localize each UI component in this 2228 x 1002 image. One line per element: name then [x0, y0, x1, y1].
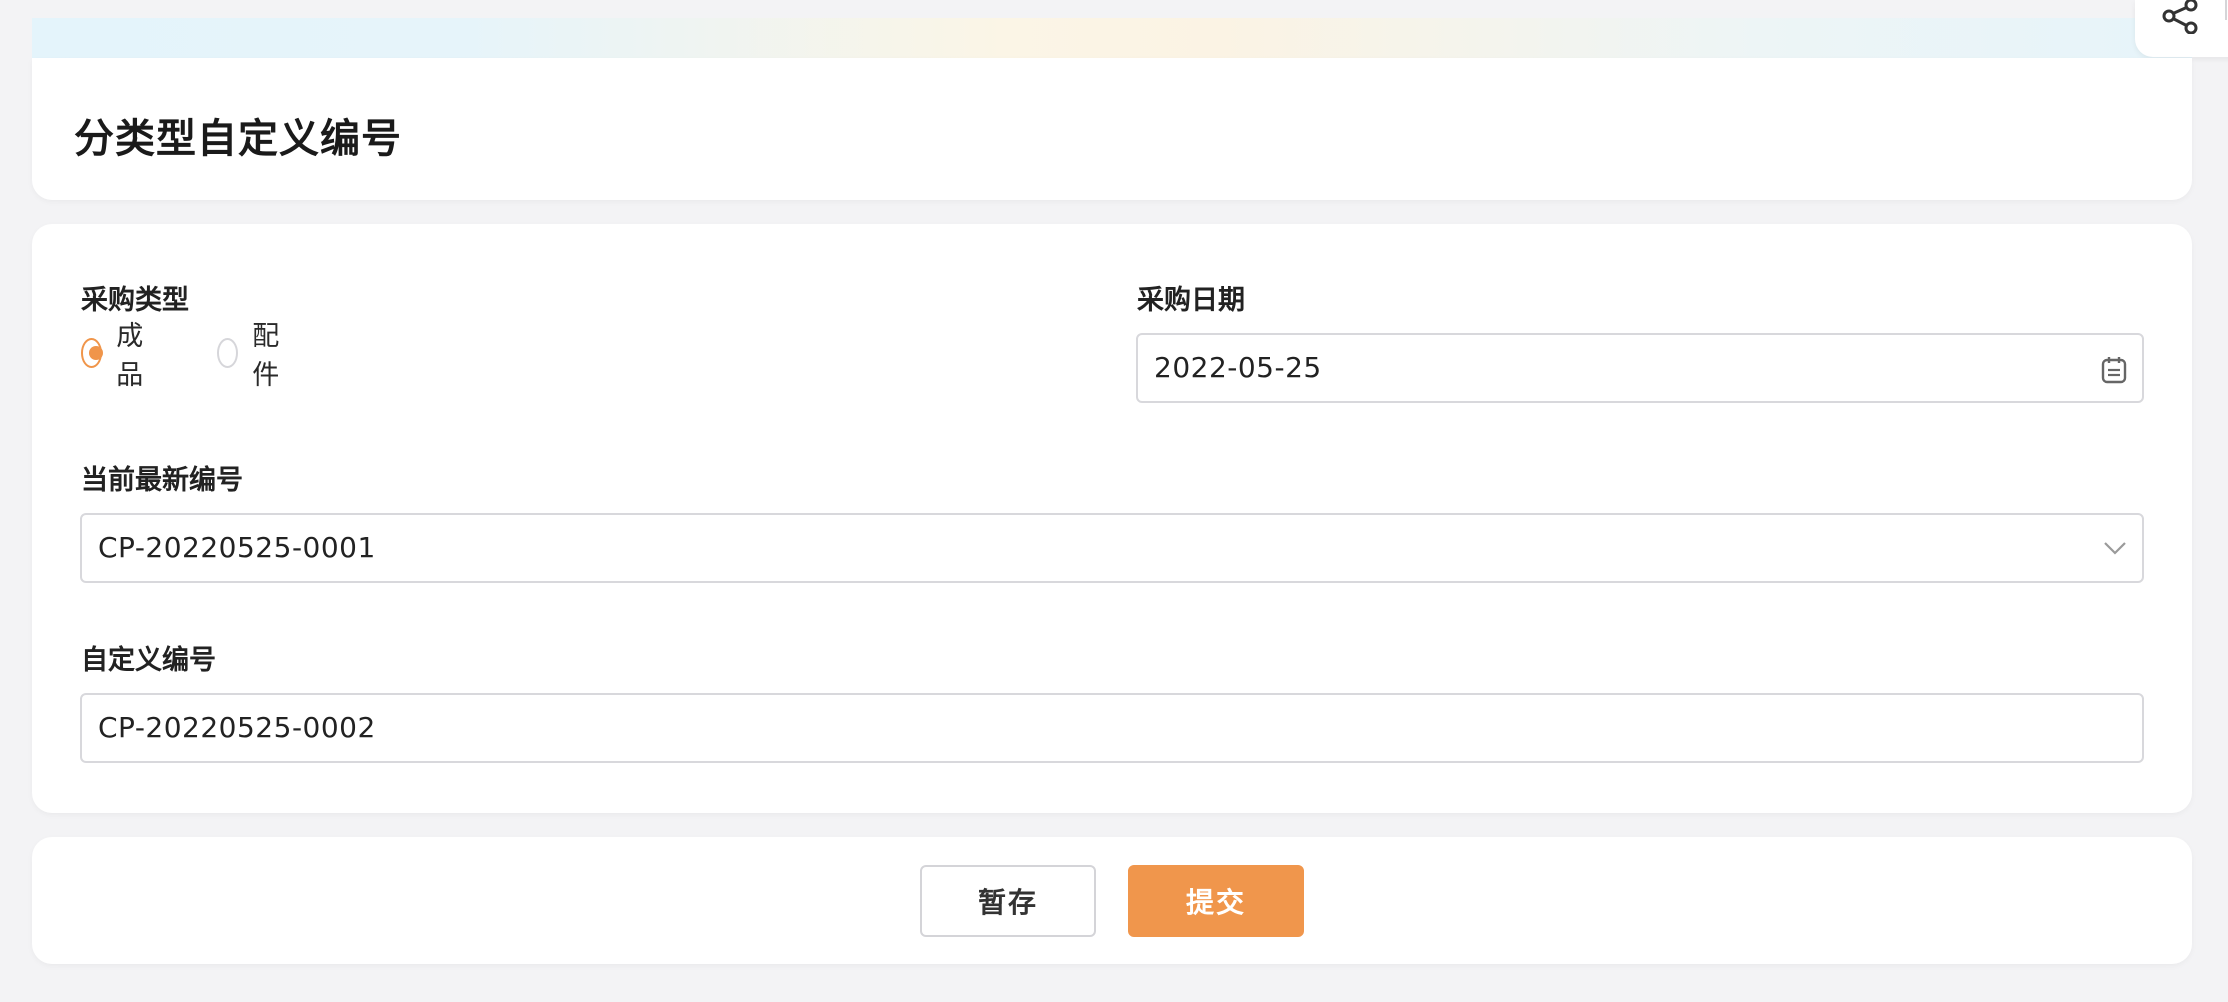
share-button[interactable]: [2135, 0, 2228, 57]
custom-number-value: CP-20220525-0002: [98, 711, 376, 744]
radio-checked-indicator[interactable]: [81, 338, 104, 368]
purchase-date-field[interactable]: 2022-05-25: [1136, 333, 2144, 403]
page-title: 分类型自定义编号: [74, 116, 402, 162]
purchase-type-label: 采购类型: [81, 285, 189, 316]
radio-option-accessory[interactable]: 配件: [217, 321, 288, 391]
radio-label-accessory: 配件: [252, 321, 280, 391]
form-card: 采购类型 成品 配件 采购日期 2022-05-25 当前最新编号 CP-202…: [32, 224, 2192, 813]
header-gradient-banner: [32, 18, 2192, 58]
radio-label-finished-product: 成品: [116, 321, 144, 391]
latest-number-value: CP-20220525-0001: [98, 531, 376, 564]
action-card: 暂存 提交: [32, 837, 2192, 964]
submit-button[interactable]: 提交: [1128, 865, 1304, 937]
chevron-down-icon: [2104, 542, 2126, 555]
purchase-date-label: 采购日期: [1137, 285, 1245, 316]
purchase-date-value: 2022-05-25: [1154, 351, 1322, 384]
latest-number-label: 当前最新编号: [81, 465, 243, 496]
share-icon: [2162, 0, 2198, 34]
radio-option-finished-product[interactable]: 成品: [81, 321, 152, 391]
save-draft-button[interactable]: 暂存: [920, 865, 1096, 937]
latest-number-select[interactable]: CP-20220525-0001: [80, 513, 2144, 583]
title-card: 分类型自定义编号: [32, 58, 2192, 200]
custom-number-label: 自定义编号: [81, 645, 216, 676]
share-divider: [2225, 0, 2227, 20]
radio-unchecked-indicator[interactable]: [217, 338, 239, 368]
calendar-icon[interactable]: [2100, 355, 2128, 385]
custom-number-input[interactable]: CP-20220525-0002: [80, 693, 2144, 763]
